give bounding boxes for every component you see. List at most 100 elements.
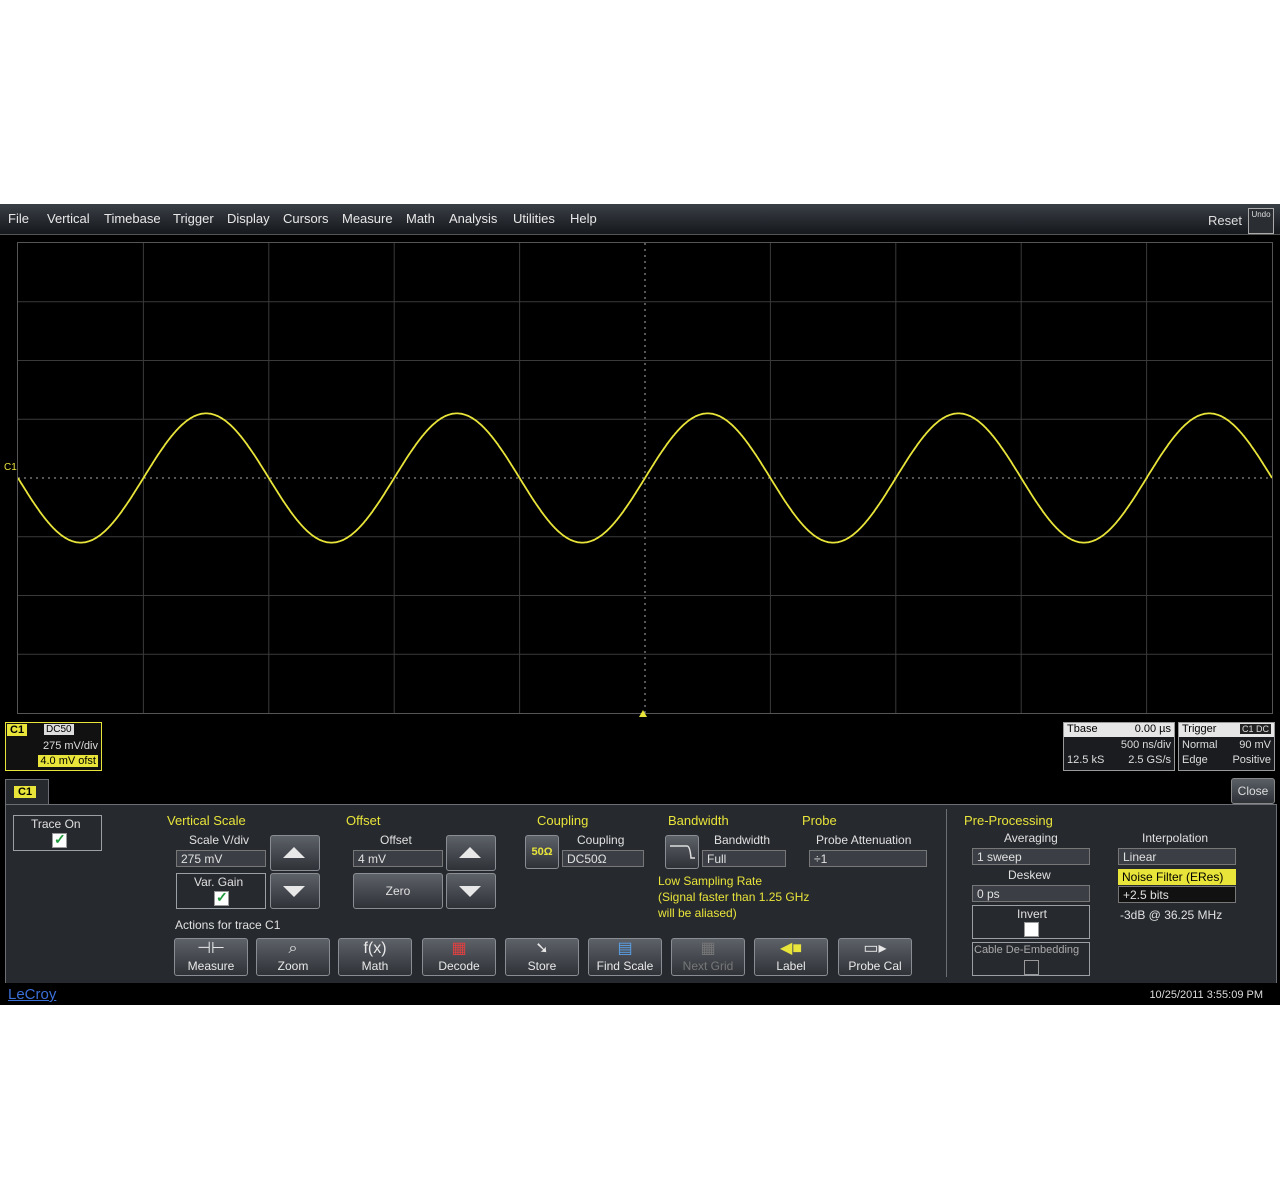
find-scale-button[interactable]: ▤ Find Scale (588, 938, 662, 976)
menu-math[interactable]: Math (406, 211, 435, 226)
label-icon: ◀■ (780, 940, 802, 957)
c1-trace-descriptor[interactable]: C1 DC50 275 mV/div 4.0 mV ofst (5, 722, 102, 771)
decode-icon: ▦ (451, 940, 467, 957)
decode-button[interactable]: ▦ Decode (422, 938, 496, 976)
menu-trigger[interactable]: Trigger (173, 211, 214, 226)
low-sampling-line2: (Signal faster than 1.25 GHz (658, 890, 810, 904)
c1-ground-marker: C1 (4, 462, 17, 473)
bandwidth-title: Bandwidth (668, 813, 729, 828)
coupling-select[interactable]: DC50Ω (562, 850, 644, 867)
probe-attenuation-label: Probe Attenuation (816, 833, 912, 847)
arrow-up-icon (459, 847, 481, 858)
invert-checkbox[interactable] (1024, 922, 1039, 937)
oscilloscope-screen: File Vertical Timebase Trigger Display C… (0, 204, 1280, 1005)
deskew-input[interactable]: 0 ps (972, 885, 1090, 902)
timebase-delay: 0.00 µs (1134, 723, 1171, 735)
c1-tag: C1 (7, 724, 28, 736)
reset-button[interactable]: Reset (1208, 213, 1242, 228)
trigger-position-marker (639, 710, 647, 717)
coupling-title: Coupling (537, 813, 589, 828)
filter-curve-icon (670, 845, 695, 859)
label-button[interactable]: ◀■ Label (754, 938, 828, 976)
trigger-type: Edge (1182, 754, 1208, 766)
menu-help[interactable]: Help (570, 211, 597, 226)
tab-c1-label: C1 (14, 786, 37, 798)
decode-label: Decode (438, 959, 480, 973)
invert-label: Invert (1017, 907, 1048, 921)
trigger-descriptor[interactable]: Trigger C1 DC Normal 90 mV Edge Positive (1178, 722, 1275, 771)
low-sampling-line1: Low Sampling Rate (658, 874, 763, 888)
menu-measure[interactable]: Measure (342, 211, 393, 226)
menu-file[interactable]: File (8, 211, 29, 226)
trigger-mode: Normal (1182, 739, 1218, 751)
arrow-up-icon (283, 847, 305, 858)
next-grid-button[interactable]: ▦ Next Grid (671, 938, 745, 976)
find-scale-label: Find Scale (596, 959, 654, 973)
averaging-label: Averaging (1004, 831, 1058, 845)
next-grid-label: Next Grid (682, 959, 734, 973)
averaging-input[interactable]: 1 sweep (972, 848, 1090, 865)
cable-deembedding-checkbox[interactable] (1024, 960, 1039, 975)
offset-title: Offset (346, 813, 381, 828)
grid-svg (18, 243, 1272, 713)
store-label: Store (527, 959, 557, 973)
undo-button[interactable]: Undo (1248, 208, 1274, 234)
c1-waveform-trace (18, 412, 1272, 544)
low-sampling-warning: Low Sampling Rate (Signal faster than 1.… (658, 873, 809, 921)
timebase-descriptor[interactable]: Tbase 0.00 µs 500 ns/div 12.5 kS 2.5 GS/… (1063, 722, 1175, 771)
scale-input[interactable]: 275 mV (176, 850, 266, 867)
zoom-label: Zoom (277, 959, 309, 973)
find-scale-icon: ▤ (617, 940, 633, 957)
probe-attenuation-input[interactable]: ÷1 (809, 850, 927, 867)
scale-up-button[interactable] (270, 835, 320, 871)
tab-c1[interactable]: C1 (5, 779, 49, 805)
store-button[interactable]: ➘ Store (505, 938, 579, 976)
var-gain-label: Var. Gain (194, 875, 244, 889)
low-sampling-line3: will be aliased) (658, 906, 737, 920)
menu-cursors[interactable]: Cursors (283, 211, 329, 226)
store-icon: ➘ (535, 940, 549, 957)
menu-timebase[interactable]: Timebase (104, 211, 161, 226)
menu-analysis[interactable]: Analysis (449, 211, 497, 226)
invert-group: Invert (972, 905, 1090, 939)
date-time: 10/25/2011 3:55:09 PM (1149, 989, 1263, 1001)
arrow-down-icon (283, 886, 305, 897)
close-button[interactable]: Close (1231, 778, 1275, 804)
measure-button[interactable]: ⊣⊢ Measure (174, 938, 248, 976)
bandwidth-filter-button[interactable] (665, 835, 699, 869)
lecroy-logo[interactable]: LeCroy (8, 986, 56, 1003)
trigger-level: 90 mV (1239, 739, 1271, 751)
timebase-tdiv: 500 ns/div (1120, 739, 1171, 751)
probe-cal-button[interactable]: ▭▸ Probe Cal (838, 938, 912, 976)
menu-utilities[interactable]: Utilities (513, 211, 555, 226)
bandwidth-label: Bandwidth (714, 833, 771, 847)
menu-display[interactable]: Display (227, 211, 270, 226)
check-icon: ✓ (54, 831, 66, 847)
timebase-title: Tbase (1067, 723, 1098, 735)
bandwidth-select[interactable]: Full (702, 850, 786, 867)
c1-scale-readout: 275 mV/div (42, 740, 98, 752)
trace-on-label: Trace On (31, 817, 81, 831)
scale-down-button[interactable] (270, 873, 320, 909)
menu-bar: File Vertical Timebase Trigger Display C… (0, 204, 1280, 235)
timebase-samples: 12.5 kS (1067, 754, 1105, 766)
var-gain-checkbox[interactable]: ✓ (214, 889, 229, 906)
menu-vertical[interactable]: Vertical (47, 211, 90, 226)
zero-button[interactable]: Zero (353, 873, 443, 909)
offset-up-button[interactable] (446, 835, 496, 871)
ohm-toggle-button[interactable]: 50Ω (525, 835, 559, 869)
interpolation-select[interactable]: Linear (1118, 848, 1236, 865)
math-icon: f(x) (363, 940, 387, 957)
math-button[interactable]: f(x) Math (338, 938, 412, 976)
trace-on-checkbox[interactable]: ✓ (52, 831, 67, 848)
actions-title: Actions for trace C1 (175, 918, 281, 932)
preprocessing-title: Pre-Processing (964, 813, 1053, 828)
probe-title: Probe (802, 813, 837, 828)
waveform-grid[interactable] (17, 242, 1273, 714)
timebase-header: Tbase 0.00 µs (1064, 723, 1174, 737)
offset-input[interactable]: 4 mV (353, 850, 443, 867)
zoom-button[interactable]: ⌕ Zoom (256, 938, 330, 976)
offset-down-button[interactable] (446, 873, 496, 909)
noise-filter-select[interactable]: +2.5 bits (1118, 886, 1236, 903)
trigger-header: Trigger C1 DC (1179, 723, 1274, 737)
